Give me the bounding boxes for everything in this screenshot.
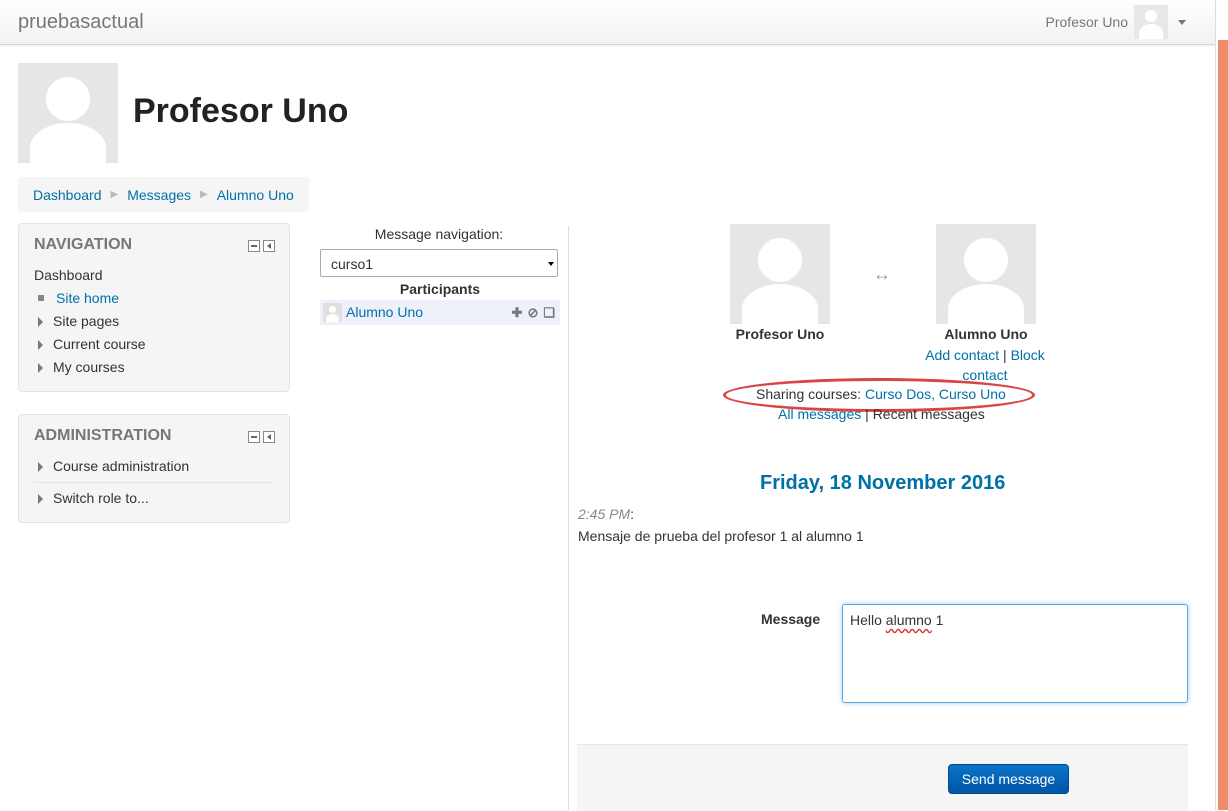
sharing-courses-label: Sharing courses: (756, 386, 862, 402)
message-textarea[interactable]: Hello alumno 1 (842, 604, 1188, 703)
site-brand-link[interactable]: pruebasactual (18, 11, 144, 34)
nav-site-pages-label[interactable]: Site pages (53, 313, 119, 329)
nav-site-home-link[interactable]: Site home (56, 290, 119, 306)
message-navigation-label: Message navigation: (374, 226, 504, 242)
message-textarea-word[interactable]: alumno (886, 612, 932, 628)
course-link-curso-dos[interactable]: Curso Dos (865, 386, 931, 402)
user-menu[interactable]: Profesor Uno (1046, 5, 1186, 39)
minimize-icon[interactable] (248, 431, 260, 443)
column-divider (568, 226, 569, 810)
nav-site-home[interactable]: Site home (36, 290, 119, 306)
expand-arrow-icon[interactable] (38, 340, 43, 350)
user-right-avatar (936, 224, 1036, 324)
form-actions (577, 744, 1188, 811)
all-messages-link[interactable]: All messages (778, 406, 861, 422)
breadcrumb-separator-icon: ▶ (200, 189, 208, 200)
minimize-icon[interactable] (248, 240, 260, 252)
caret-down-icon[interactable] (1178, 19, 1186, 25)
admin-course-administration[interactable]: Course administration (38, 458, 189, 474)
user-menu-avatar[interactable] (1134, 5, 1168, 39)
nav-my-courses-label[interactable]: My courses (53, 359, 125, 375)
user-left-name: Profesor Uno (735, 326, 825, 342)
scroll-strip (1215, 0, 1228, 810)
admin-course-administration-label[interactable]: Course administration (53, 458, 189, 474)
message-view-links: All messages | Recent messages (778, 406, 985, 422)
course-link-curso-uno[interactable]: Curso Uno (939, 386, 1006, 402)
user-right-name: Alumno Uno (944, 326, 1028, 342)
profile-avatar (18, 63, 118, 163)
sharing-courses: Sharing courses: Curso Dos, Curso Uno (756, 386, 1006, 402)
nav-current-course[interactable]: Current course (38, 336, 146, 352)
course-separator: , (931, 386, 935, 402)
message-field-label: Message (761, 611, 821, 627)
expand-arrow-icon[interactable] (38, 494, 43, 504)
top-navbar: pruebasactual Profesor Uno (0, 0, 1216, 45)
nav-dashboard-link[interactable]: Dashboard (34, 267, 103, 283)
block-icon[interactable]: ⊘ (527, 305, 538, 321)
nav-current-course-label[interactable]: Current course (53, 336, 146, 352)
navigation-block: NAVIGATION Dashboard Site home Site page… (18, 223, 290, 392)
participants-header: Participants (399, 281, 481, 297)
message-textarea-word[interactable]: 1 (936, 612, 944, 628)
dock-icon[interactable] (263, 240, 275, 252)
breadcrumb-separator-icon: ▶ (110, 189, 119, 200)
select-value[interactable]: curso1 (331, 256, 373, 272)
message-time-value: 2:45 PM (578, 506, 631, 522)
breadcrumb-messages[interactable]: Messages (127, 187, 191, 203)
message-text: Mensaje de prueba del profesor 1 al alum… (578, 528, 864, 544)
conversation-date: Friday, 18 November 2016 (760, 472, 1006, 494)
admin-switch-role[interactable]: Switch role to... (38, 490, 149, 506)
breadcrumb-dashboard[interactable]: Dashboard (33, 187, 102, 203)
divider (34, 482, 274, 483)
add-contact-icon[interactable]: ✚ (512, 305, 523, 321)
page-title: Profesor Uno (133, 92, 349, 130)
breadcrumb: Dashboard ▶ Messages ▶ Alumno Uno (18, 177, 309, 212)
administration-block-title: ADMINISTRATION (34, 427, 172, 444)
expand-arrow-icon[interactable] (38, 317, 43, 327)
nav-site-pages[interactable]: Site pages (38, 313, 119, 329)
message-navigation-select[interactable]: curso1 (320, 249, 558, 277)
history-icon[interactable]: ❏ (543, 305, 555, 321)
navigation-block-title: NAVIGATION (34, 236, 133, 253)
nav-my-courses[interactable]: My courses (38, 359, 125, 375)
participant-name-link[interactable]: Alumno Uno (346, 304, 423, 320)
link-separator: | (1003, 347, 1007, 363)
bullet-icon (38, 295, 44, 301)
breadcrumb-alumno-uno[interactable]: Alumno Uno (217, 187, 294, 203)
recent-messages-label: Recent messages (872, 406, 985, 422)
user-left-avatar (730, 224, 830, 324)
send-message-button[interactable]: Send message (948, 764, 1069, 794)
administration-block: ADMINISTRATION Course administration Swi… (18, 414, 290, 523)
participant-row[interactable]: Alumno Uno ✚ ⊘ ❏ (320, 300, 560, 325)
message-textarea-word[interactable]: Hello (850, 612, 882, 628)
add-contact-link[interactable]: Add contact (925, 347, 999, 363)
admin-switch-role-label[interactable]: Switch role to... (53, 490, 149, 506)
select-arrow-icon[interactable] (548, 262, 554, 266)
expand-arrow-icon[interactable] (38, 462, 43, 472)
swap-arrows-icon: ↔ (873, 264, 891, 284)
dock-icon[interactable] (263, 431, 275, 443)
message-time: 2:45 PM: (578, 506, 634, 522)
time-colon: : (630, 506, 635, 522)
user-menu-name[interactable]: Profesor Uno (1046, 14, 1128, 30)
expand-arrow-icon[interactable] (38, 363, 43, 373)
participant-avatar (323, 303, 342, 322)
link-separator: | (865, 406, 869, 422)
